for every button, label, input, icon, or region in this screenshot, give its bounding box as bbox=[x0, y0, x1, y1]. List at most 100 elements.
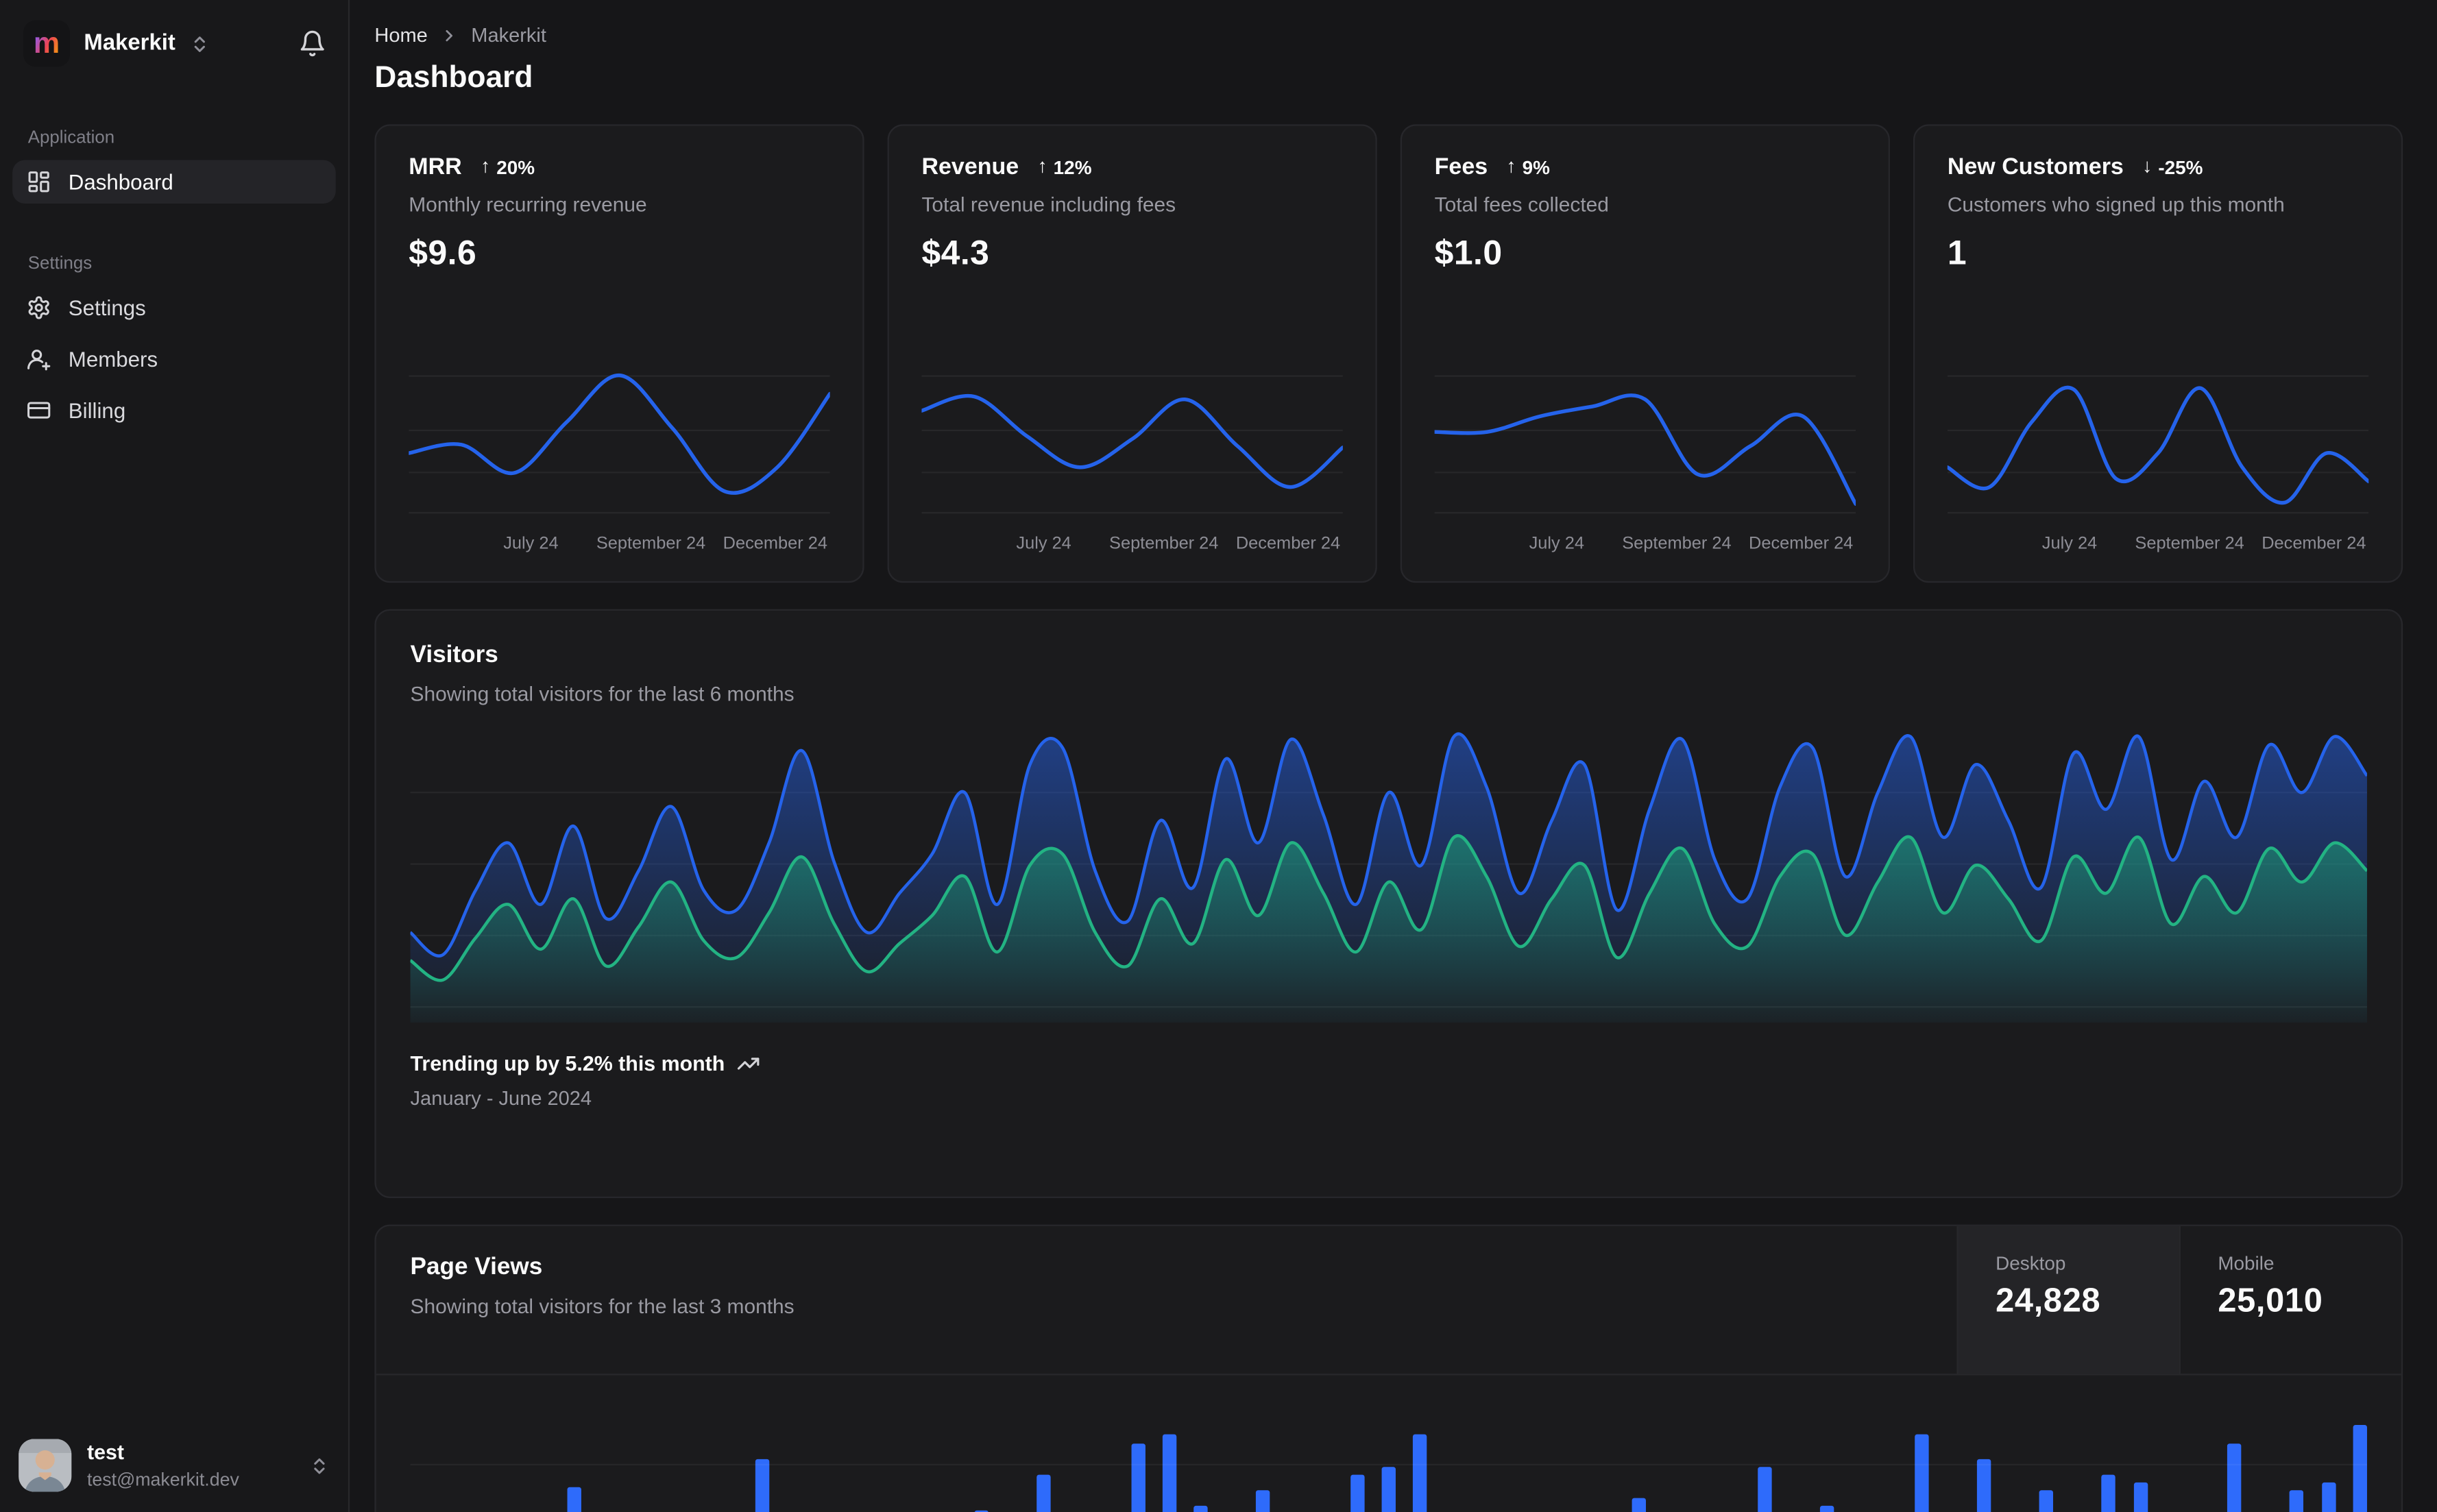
tab-value: 24,828 bbox=[1996, 1282, 2101, 1319]
chevron-right-icon bbox=[440, 25, 459, 44]
trending-up-icon bbox=[737, 1052, 760, 1075]
fees-sparkline-chart bbox=[1434, 357, 1856, 522]
stat-title: MRR bbox=[409, 154, 462, 180]
bar bbox=[2133, 1482, 2148, 1512]
x-axis-label: July 24 bbox=[2041, 534, 2098, 554]
tab-value: 25,010 bbox=[2218, 1282, 2323, 1319]
new-customers-sparkline-chart bbox=[1947, 357, 2369, 522]
visitors-subtitle: Showing total visitors for the last 6 mo… bbox=[410, 682, 795, 706]
stat-card-mrr: MRR ↑ 20% Monthly recurring revenue $9.6… bbox=[374, 124, 864, 583]
sparkline-x-labels: July 24 September 24 December 24 bbox=[1948, 535, 2368, 559]
section-label-application: Application bbox=[27, 129, 115, 148]
trend-up-arrow-icon: ↑ bbox=[1506, 156, 1516, 178]
stat-subtitle: Monthly recurring revenue bbox=[409, 193, 647, 217]
bar bbox=[1162, 1434, 1176, 1512]
x-axis-label: July 24 bbox=[1529, 534, 1584, 554]
x-axis-label: July 24 bbox=[503, 534, 559, 554]
x-axis-label: September 24 bbox=[596, 534, 706, 554]
workspace-switcher[interactable]: m Makerkit bbox=[23, 20, 210, 67]
sidebar-item-members[interactable]: Members bbox=[12, 337, 336, 380]
user-email: test@makerkit.dev bbox=[86, 1467, 239, 1490]
trend-badge: ↑ 20% bbox=[480, 156, 535, 178]
stat-title: New Customers bbox=[1947, 154, 2124, 180]
stats-grid: MRR ↑ 20% Monthly recurring revenue $9.6… bbox=[374, 124, 2403, 583]
x-axis-label: December 24 bbox=[2262, 534, 2366, 554]
stat-subtitle: Customers who signed up this month bbox=[1947, 193, 2285, 217]
bar bbox=[2039, 1490, 2054, 1512]
chevrons-up-down-icon bbox=[309, 1455, 329, 1475]
sidebar-item-label: Dashboard bbox=[68, 170, 173, 194]
page-views-card: Page Views Showing total visitors for th… bbox=[374, 1224, 2403, 1512]
trend-badge: ↑ 9% bbox=[1506, 156, 1550, 178]
dashboard-app: m Makerkit Application Dashboard Setting… bbox=[0, 0, 2437, 1512]
tab-desktop[interactable]: Desktop 24,828 bbox=[1956, 1226, 2179, 1374]
stat-subtitle: Total fees collected bbox=[1434, 193, 1609, 217]
bar bbox=[1412, 1434, 1427, 1512]
x-axis-label: September 24 bbox=[1622, 534, 1732, 554]
x-axis-label: September 24 bbox=[2135, 534, 2244, 554]
trend-down-arrow-icon: ↓ bbox=[2142, 156, 2153, 178]
sidebar-item-dashboard[interactable]: Dashboard bbox=[12, 160, 336, 204]
dashboard-icon bbox=[27, 169, 51, 194]
bar bbox=[1036, 1474, 1051, 1512]
bar bbox=[1757, 1467, 1771, 1512]
x-axis-label: July 24 bbox=[1016, 534, 1071, 554]
makerkit-logo: m bbox=[23, 20, 71, 67]
chevrons-up-down-icon bbox=[189, 34, 209, 53]
sparkline-x-labels: July 24 September 24 December 24 bbox=[1435, 535, 1856, 559]
bar bbox=[1193, 1505, 1208, 1512]
stat-value: 1 bbox=[1947, 233, 1967, 272]
page-views-bar-chart bbox=[410, 1375, 2367, 1512]
visitors-trend-note: Trending up by 5.2% this month bbox=[411, 1052, 2367, 1075]
user-name: test bbox=[86, 1441, 124, 1465]
stat-title: Fees bbox=[1434, 154, 1488, 180]
nav-settings: Settings Members Billing bbox=[0, 286, 348, 439]
stat-subtitle: Total revenue including fees bbox=[921, 193, 1176, 217]
breadcrumb-home-link[interactable]: Home bbox=[374, 23, 427, 47]
visitors-area-chart bbox=[410, 727, 2367, 1025]
bar bbox=[2290, 1490, 2304, 1512]
page-views-tabs: Desktop 24,828 Mobile 25,010 bbox=[1956, 1226, 2401, 1374]
bar bbox=[1256, 1490, 1270, 1512]
bell-icon[interactable] bbox=[298, 29, 326, 58]
bar bbox=[2321, 1482, 2336, 1512]
main-content: Home Makerkit Dashboard MRR ↑ 20% Monthl… bbox=[350, 0, 2437, 1512]
bar bbox=[567, 1487, 581, 1512]
sparkline-x-labels: July 24 September 24 December 24 bbox=[409, 535, 829, 559]
trend-up-arrow-icon: ↑ bbox=[1037, 156, 1047, 178]
tab-label: Mobile bbox=[2218, 1252, 2275, 1275]
visitors-title: Visitors bbox=[410, 642, 498, 668]
avatar bbox=[19, 1439, 72, 1492]
mrr-sparkline-chart bbox=[409, 357, 830, 522]
nav-application: Dashboard bbox=[0, 160, 348, 212]
x-axis-label: December 24 bbox=[1749, 534, 1854, 554]
sidebar-item-settings[interactable]: Settings bbox=[12, 286, 336, 329]
section-label-settings: Settings bbox=[27, 254, 93, 274]
bar bbox=[2102, 1474, 2116, 1512]
bar bbox=[1976, 1459, 1991, 1512]
x-axis-label: September 24 bbox=[1109, 534, 1219, 554]
bar bbox=[1350, 1474, 1364, 1512]
users-icon bbox=[27, 347, 51, 371]
sparkline-x-labels: July 24 September 24 December 24 bbox=[921, 535, 1342, 559]
page-views-subtitle: Showing total visitors for the last 3 mo… bbox=[410, 1294, 795, 1318]
bar bbox=[1130, 1443, 1145, 1512]
bar bbox=[1914, 1434, 1928, 1512]
workspace-name: Makerkit bbox=[84, 31, 175, 56]
page-title: Dashboard bbox=[374, 60, 533, 95]
trend-up-arrow-icon: ↑ bbox=[480, 156, 491, 178]
tab-label: Desktop bbox=[1996, 1252, 2066, 1275]
sidebar-item-label: Billing bbox=[68, 398, 126, 422]
user-menu[interactable]: test test@makerkit.dev bbox=[0, 1420, 348, 1512]
tab-mobile[interactable]: Mobile 25,010 bbox=[2179, 1226, 2401, 1374]
bar bbox=[1819, 1505, 1834, 1512]
page-views-title: Page Views bbox=[410, 1254, 543, 1281]
sidebar-item-billing[interactable]: Billing bbox=[12, 389, 336, 432]
credit-card-icon bbox=[27, 398, 51, 422]
x-axis-label: December 24 bbox=[723, 534, 827, 554]
breadcrumb-current[interactable]: Makerkit bbox=[471, 23, 546, 47]
stat-card-new-customers: New Customers ↓ -25% Customers who signe… bbox=[1913, 124, 2403, 583]
bar bbox=[2227, 1443, 2242, 1512]
stat-card-fees: Fees ↑ 9% Total fees collected $1.0 July… bbox=[1400, 124, 1890, 583]
stat-value: $9.6 bbox=[409, 233, 477, 272]
